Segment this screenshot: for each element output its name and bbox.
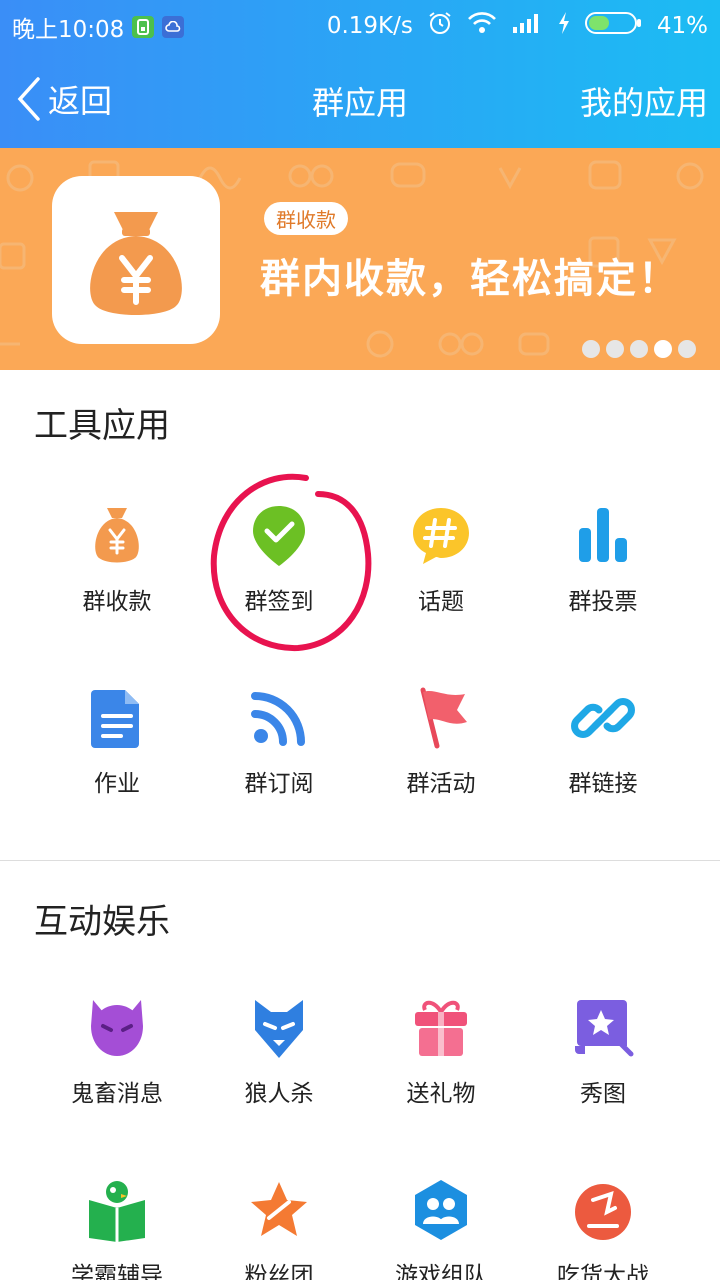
wifi-icon (467, 11, 497, 41)
app-tile-show-picture[interactable]: 秀图 (522, 996, 684, 1108)
devil-face-icon (91, 1000, 143, 1056)
sim-icon (132, 16, 155, 38)
app-tile-group-vote[interactable]: 群投票 (522, 504, 684, 616)
app-tile-fan-club[interactable]: 粉丝团 (198, 1178, 360, 1280)
battery-icon (584, 11, 643, 41)
charging-icon (557, 11, 571, 41)
app-tile-group-subscribe[interactable]: 群订阅 (198, 686, 360, 798)
gift-icon (415, 1000, 467, 1056)
study-book-icon (89, 1181, 145, 1242)
money-bag-icon (90, 212, 182, 315)
app-tile-label: 送礼物 (406, 1081, 476, 1107)
app-tile-label: 吃货大战 (557, 1263, 649, 1280)
link-icon (571, 698, 635, 738)
status-right: 0.19K/s 41% (327, 10, 708, 42)
navigation-bar: 返回 群应用 我的应用 (0, 62, 720, 138)
section-title-entertainment: 互动娱乐 (34, 902, 170, 942)
app-tile-label: 群活动 (406, 771, 476, 797)
signal-icon (511, 11, 543, 41)
app-tile-game-team[interactable]: 游戏组队 (360, 1178, 522, 1280)
alarm-icon (427, 10, 453, 42)
flag-icon (420, 687, 467, 749)
section-divider (0, 860, 720, 861)
carousel-dots[interactable] (582, 340, 696, 358)
cloud-icon (162, 16, 185, 38)
carousel-dot[interactable] (630, 340, 648, 358)
status-left: 晚上10:08 (12, 10, 185, 44)
carousel-dot[interactable] (582, 340, 600, 358)
battery-percent: 41% (656, 13, 708, 39)
banner-slogan: 群内收款，轻松搞定！ (260, 256, 680, 302)
magic-picture-icon (575, 1000, 634, 1057)
status-bar: 晚上10:08 0.19K/s 41% (0, 0, 720, 50)
annotation-circle (210, 473, 372, 652)
wolf-icon (255, 1000, 303, 1058)
app-tile-label: 鬼畜消息 (71, 1081, 163, 1107)
carousel-dot[interactable] (678, 340, 696, 358)
vote-bars-icon (579, 508, 627, 562)
app-tile-homework[interactable]: 作业 (36, 686, 198, 798)
carousel-dot-active[interactable] (654, 340, 672, 358)
app-tile-werewolf[interactable]: 狼人杀 (198, 996, 360, 1108)
homework-doc-icon (91, 690, 139, 748)
app-tile-label: 群投票 (568, 589, 638, 615)
banner-app-icon (52, 176, 220, 344)
app-tile-topic[interactable]: 话题 (360, 504, 522, 616)
app-tile-foodie-battle[interactable]: 吃货大战 (522, 1178, 684, 1280)
app-tile-group-activity[interactable]: 群活动 (360, 686, 522, 798)
app-tile-label: 群收款 (82, 589, 152, 615)
money-bag-icon (95, 508, 139, 563)
foodie-icon (575, 1184, 631, 1240)
section-title-tools: 工具应用 (34, 406, 170, 446)
app-tile-label: 学霸辅导 (71, 1263, 163, 1280)
top-bar: 晚上10:08 0.19K/s 41% 返回 群应用 我的应用 (0, 0, 720, 148)
app-tile-label: 秀图 (580, 1081, 626, 1107)
status-time: 晚上10:08 (12, 17, 125, 43)
my-apps-button[interactable]: 我的应用 (580, 78, 708, 124)
app-tile-group-link[interactable]: 群链接 (522, 686, 684, 798)
app-tile-label: 群链接 (568, 771, 638, 797)
promo-banner[interactable]: 群收款 群内收款，轻松搞定！ (0, 148, 720, 370)
app-tile-label: 狼人杀 (244, 1081, 314, 1107)
rss-icon (251, 692, 305, 746)
app-tile-label: 作业 (94, 771, 140, 797)
app-tile-group-payment[interactable]: 群收款 (36, 504, 198, 616)
network-speed: 0.19K/s (326, 13, 413, 39)
app-tile-label: 话题 (418, 589, 464, 615)
app-tile-ghost-message[interactable]: 鬼畜消息 (36, 996, 198, 1108)
carousel-dot[interactable] (606, 340, 624, 358)
fan-star-icon (251, 1182, 307, 1236)
app-tile-label: 粉丝团 (244, 1263, 314, 1280)
app-tile-send-gift[interactable]: 送礼物 (360, 996, 522, 1108)
app-tile-label: 群订阅 (244, 771, 314, 797)
topic-hash-icon (413, 508, 469, 564)
team-hexagon-icon (415, 1180, 467, 1240)
app-tile-study-tutor[interactable]: 学霸辅导 (36, 1178, 198, 1280)
app-tile-label: 游戏组队 (395, 1263, 487, 1280)
banner-tag: 群收款 (264, 202, 348, 235)
